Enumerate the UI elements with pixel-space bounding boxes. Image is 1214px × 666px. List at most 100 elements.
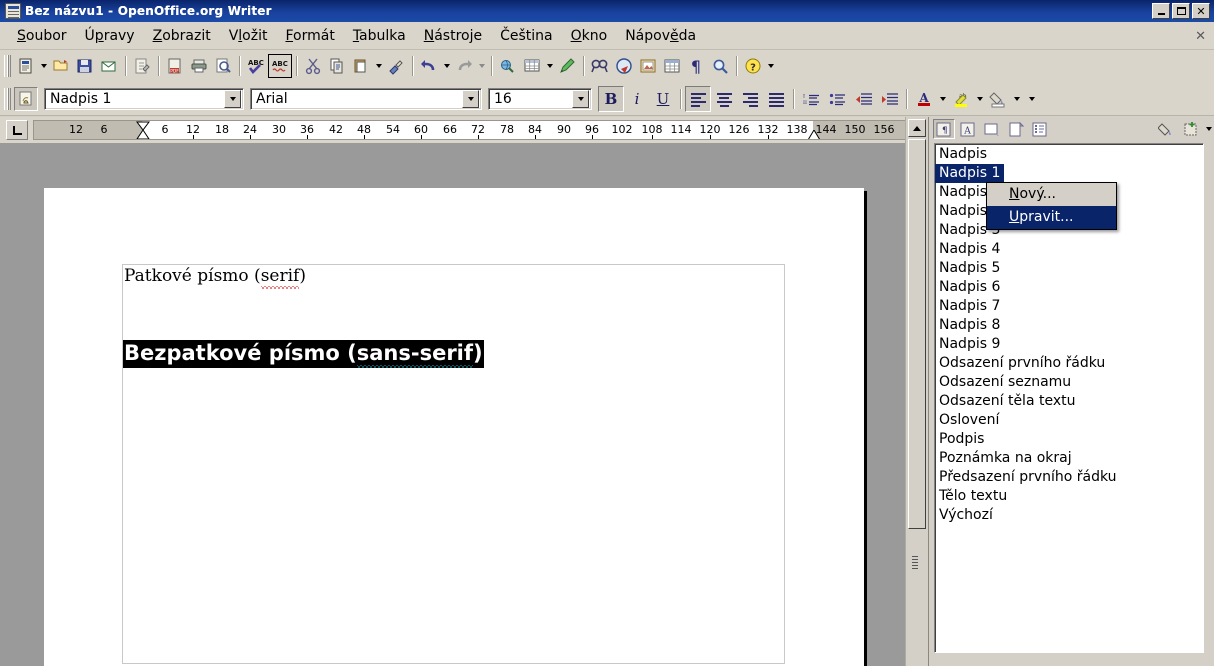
close-button[interactable]: ✕ xyxy=(1192,3,1210,19)
background-color-button[interactable] xyxy=(985,86,1011,112)
list-item[interactable]: Nadpis 4 xyxy=(935,240,1203,259)
list-item[interactable]: Nadpis 9 xyxy=(935,335,1203,354)
menu-tabulka[interactable]: Tabulka xyxy=(344,25,415,47)
list-item[interactable]: Odsazení prvního řádku xyxy=(935,354,1203,373)
list-styles-icon[interactable] xyxy=(1029,119,1051,139)
help-icon[interactable]: ? xyxy=(741,54,765,78)
list-item[interactable]: Nadpis 5 xyxy=(935,259,1203,278)
align-justify-button[interactable] xyxy=(763,86,789,112)
gallery-icon[interactable] xyxy=(636,54,660,78)
menu-soubor[interactable]: Soubor xyxy=(8,25,76,47)
scroll-up-button[interactable] xyxy=(908,119,926,137)
menubar-close-document-icon[interactable]: ✕ xyxy=(1195,29,1206,44)
bold-button[interactable]: B xyxy=(598,85,624,112)
hyperlink-icon[interactable] xyxy=(496,54,520,78)
menu-format[interactable]: Formát xyxy=(276,25,343,47)
navigation-buttons[interactable] xyxy=(912,554,918,571)
list-item[interactable]: Odsazení těla textu xyxy=(935,392,1203,411)
table-icon[interactable] xyxy=(520,54,544,78)
horizontal-ruler[interactable]: 12 6 6 12 18 24 30 36 42 48 54 60 66 72 … xyxy=(33,120,920,140)
export-pdf-icon[interactable]: PDF xyxy=(163,54,187,78)
paragraph-styles-icon[interactable]: ¶ xyxy=(933,119,955,139)
scrollbar-thumb[interactable] xyxy=(908,139,926,529)
menu-cestina[interactable]: Čeština xyxy=(491,25,562,47)
increase-indent-button[interactable] xyxy=(876,86,902,112)
numbered-list-button[interactable]: I II xyxy=(798,86,824,112)
paragraph-serif[interactable]: Patkové písmo (serif) xyxy=(124,266,306,286)
paragraph-style-dropdown-arrow[interactable] xyxy=(224,89,241,108)
background-color-dropdown[interactable] xyxy=(1011,87,1022,111)
open-icon[interactable] xyxy=(49,54,73,78)
clone-formatting-icon[interactable] xyxy=(384,54,408,78)
list-item[interactable]: Poznámka na okraj xyxy=(935,449,1203,468)
align-right-button[interactable] xyxy=(737,86,763,112)
list-item[interactable]: Podpis xyxy=(935,430,1203,449)
menu-upravy[interactable]: Úpravy xyxy=(76,25,144,47)
list-item[interactable]: Nadpis 1 xyxy=(935,164,1203,183)
font-color-dropdown[interactable] xyxy=(937,87,948,111)
align-left-button[interactable] xyxy=(685,85,711,112)
undo-icon[interactable] xyxy=(417,54,441,78)
apply-style-icon[interactable] xyxy=(14,86,38,111)
new-style-from-selection-icon[interactable] xyxy=(1179,119,1201,139)
new-document-icon[interactable] xyxy=(14,54,38,78)
undo-dropdown[interactable] xyxy=(441,54,452,78)
new-document-dropdown[interactable] xyxy=(38,54,49,78)
standard-toolbar-overflow[interactable] xyxy=(765,54,776,78)
autospellcheck-icon[interactable]: ABC xyxy=(268,54,292,78)
navigator-icon[interactable] xyxy=(612,54,636,78)
draw-functions-icon[interactable] xyxy=(555,54,579,78)
page-styles-icon[interactable] xyxy=(1005,119,1027,139)
font-color-button[interactable]: A xyxy=(911,86,937,112)
list-item[interactable]: Nadpis xyxy=(935,145,1203,164)
zoom-icon[interactable] xyxy=(708,54,732,78)
maximize-button[interactable] xyxy=(1172,3,1190,19)
list-item[interactable]: Nadpis 6 xyxy=(935,278,1203,297)
vertical-scrollbar[interactable] xyxy=(905,117,928,666)
character-styles-icon[interactable]: A xyxy=(957,119,979,139)
new-style-dropdown[interactable] xyxy=(1203,119,1214,139)
font-name-dropdown-arrow[interactable] xyxy=(462,89,479,108)
font-size-dropdown-arrow[interactable] xyxy=(572,89,589,108)
toolbar-grip[interactable] xyxy=(4,55,11,77)
menu-napoveda[interactable]: Nápověda xyxy=(616,25,705,47)
paragraph-style-combo[interactable]: Nadpis 1 xyxy=(44,87,244,110)
copy-icon[interactable] xyxy=(325,54,349,78)
redo-icon[interactable] xyxy=(452,54,476,78)
list-item[interactable]: Předsazení prvního řádku xyxy=(935,468,1203,487)
print-icon[interactable] xyxy=(187,54,211,78)
print-preview-icon[interactable] xyxy=(211,54,235,78)
frame-styles-icon[interactable] xyxy=(981,119,1003,139)
decrease-indent-button[interactable] xyxy=(850,86,876,112)
menu-vlozit[interactable]: Vložit xyxy=(220,25,277,47)
redo-dropdown[interactable] xyxy=(476,54,487,78)
font-name-combo[interactable]: Arial xyxy=(250,87,482,110)
right-indent-marker[interactable] xyxy=(806,130,822,140)
context-menu-item-edit[interactable]: Upravit... xyxy=(987,206,1116,229)
bullet-list-button[interactable] xyxy=(824,86,850,112)
formatting-toolbar-overflow[interactable] xyxy=(1026,87,1037,111)
minimize-button[interactable] xyxy=(1152,3,1170,19)
align-center-button[interactable] xyxy=(711,86,737,112)
paragraph-sans-serif-selected[interactable]: Bezpatkové písmo (sans-serif) xyxy=(123,340,484,368)
data-sources-icon[interactable] xyxy=(660,54,684,78)
list-item[interactable]: Nadpis 7 xyxy=(935,297,1203,316)
list-item[interactable]: Nadpis 8 xyxy=(935,316,1203,335)
left-indent-marker[interactable] xyxy=(135,121,151,140)
save-icon[interactable] xyxy=(73,54,97,78)
italic-button[interactable]: i xyxy=(624,86,650,112)
list-item[interactable]: Tělo textu xyxy=(935,487,1203,506)
fill-format-mode-icon[interactable] xyxy=(1155,119,1177,139)
tab-left-icon[interactable] xyxy=(6,120,28,140)
list-item[interactable]: Odsazení seznamu xyxy=(935,373,1203,392)
cut-icon[interactable] xyxy=(301,54,325,78)
paste-dropdown[interactable] xyxy=(373,54,384,78)
formatting-marks-icon[interactable]: ¶ xyxy=(684,54,708,78)
list-item[interactable]: Výchozí xyxy=(935,506,1203,525)
paste-icon[interactable] xyxy=(349,54,373,78)
email-icon[interactable] xyxy=(97,54,121,78)
spellcheck-icon[interactable]: ABC xyxy=(244,54,268,78)
context-menu-item-new[interactable]: Nový... xyxy=(987,183,1116,206)
menu-okno[interactable]: Okno xyxy=(562,25,617,47)
highlight-dropdown[interactable] xyxy=(974,87,985,111)
